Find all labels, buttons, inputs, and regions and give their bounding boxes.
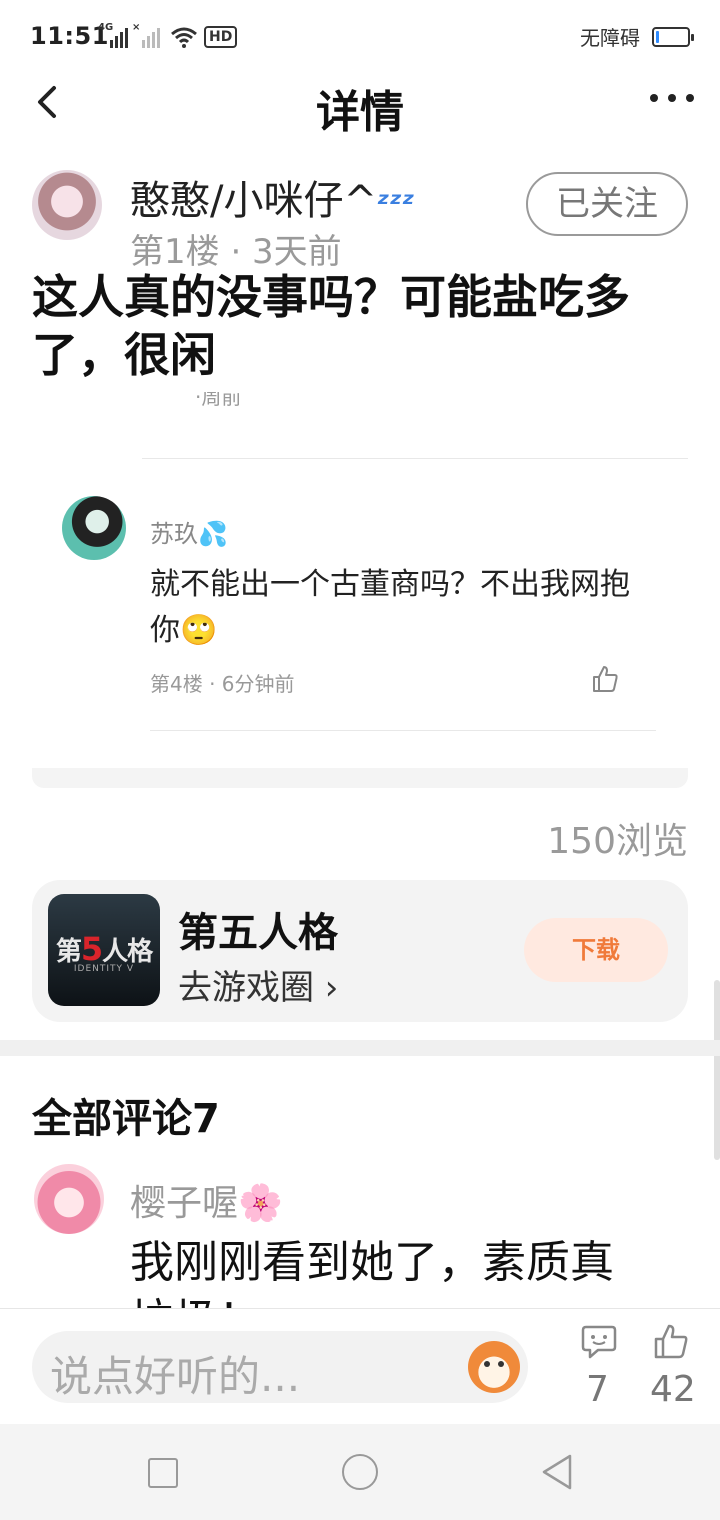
download-button[interactable]: 下载 (524, 918, 668, 982)
comments-title: 全部评论7 (32, 1096, 220, 1142)
divider (150, 730, 656, 731)
sleep-emoji: ᶻᶻᶻ (377, 187, 415, 222)
hd-icon: HD (204, 26, 238, 48)
post-title: 这人真的没事吗？可能盐吃多了，很闲 (32, 270, 630, 382)
status-bar: 11:51 4G × HD 无障碍 (0, 0, 720, 70)
cherry-blossom-emoji: 🌸 (238, 1183, 283, 1224)
scrollbar[interactable] (714, 980, 720, 1160)
avatar[interactable] (34, 1164, 104, 1234)
game-name: 第五人格 (178, 910, 338, 956)
avatar[interactable] (32, 170, 102, 240)
reply-author-name[interactable]: 苏玖💦 (150, 514, 228, 549)
post-author: 憨憨/小咪仔^ᶻᶻᶻ 第1楼 · 3天前 已关注 (0, 162, 720, 272)
thumbs-up-icon[interactable] (590, 664, 620, 694)
emoji-picker-icon[interactable] (468, 1341, 520, 1393)
more-icon[interactable] (650, 90, 694, 106)
comment-item: 樱子喔🌸 我刚刚看到她了，素质真垃圾！ (0, 1160, 720, 1310)
input-placeholder: 说点好听的... (50, 1352, 301, 1401)
card-edge (32, 768, 688, 788)
author-meta: 第1楼 · 3天前 (130, 232, 342, 272)
battery-icon (652, 26, 694, 47)
thumbs-up-icon[interactable] (652, 1323, 690, 1361)
game-card[interactable]: 第5人格 IDENTITY V 第五人格 去游戏圈 › 下载 (32, 880, 688, 1022)
home-button[interactable] (342, 1454, 378, 1490)
status-right: 无障碍 (580, 22, 694, 51)
comment-author-name[interactable]: 樱子喔🌸 (130, 1174, 283, 1226)
recents-button[interactable] (148, 1458, 178, 1488)
cell-signal-2-icon: × (132, 22, 160, 48)
page-title: 详情 (316, 87, 404, 138)
comment-input[interactable]: 说点好听的... (32, 1331, 528, 1403)
clipped-text: ·周前 (195, 392, 242, 408)
back-triangle-icon[interactable] (540, 1452, 574, 1492)
wifi-icon (171, 27, 197, 48)
game-logo: 第5人格 (55, 930, 153, 968)
header: 详情 (0, 70, 720, 138)
game-logo-sub: IDENTITY V (73, 964, 135, 974)
system-nav-bar (0, 1424, 720, 1520)
section-divider (0, 1040, 720, 1056)
cell-signal-icon: 4G (98, 22, 128, 48)
comment-input-bar: 说点好听的... 7 42 (0, 1308, 720, 1424)
avatar[interactable] (62, 496, 126, 560)
comment-icon[interactable] (580, 1323, 618, 1361)
game-circle-link[interactable]: 去游戏圈 › (178, 960, 338, 1009)
view-count: 150浏览 (547, 821, 688, 862)
game-app-icon[interactable]: 第5人格 IDENTITY V (48, 894, 160, 1006)
divider (142, 458, 688, 459)
reply-meta: 第4楼 · 6分钟前 (150, 672, 295, 696)
comment-count: 7 (586, 1369, 609, 1410)
author-name[interactable]: 憨憨/小咪仔^ᶻᶻᶻ (130, 168, 415, 226)
accessibility-label: 无障碍 (580, 26, 640, 50)
follow-button[interactable]: 已关注 (526, 172, 688, 236)
battery-fill (656, 30, 659, 43)
droplets-emoji: 💦 (198, 520, 228, 548)
status-icons: 4G × HD (98, 22, 238, 48)
comment-text: 我刚刚看到她了，素质真垃圾！ (130, 1237, 614, 1310)
like-count: 42 (650, 1369, 696, 1410)
reply-text: 就不能出一个古董商吗？不出我网抱你🙄 (150, 567, 630, 648)
